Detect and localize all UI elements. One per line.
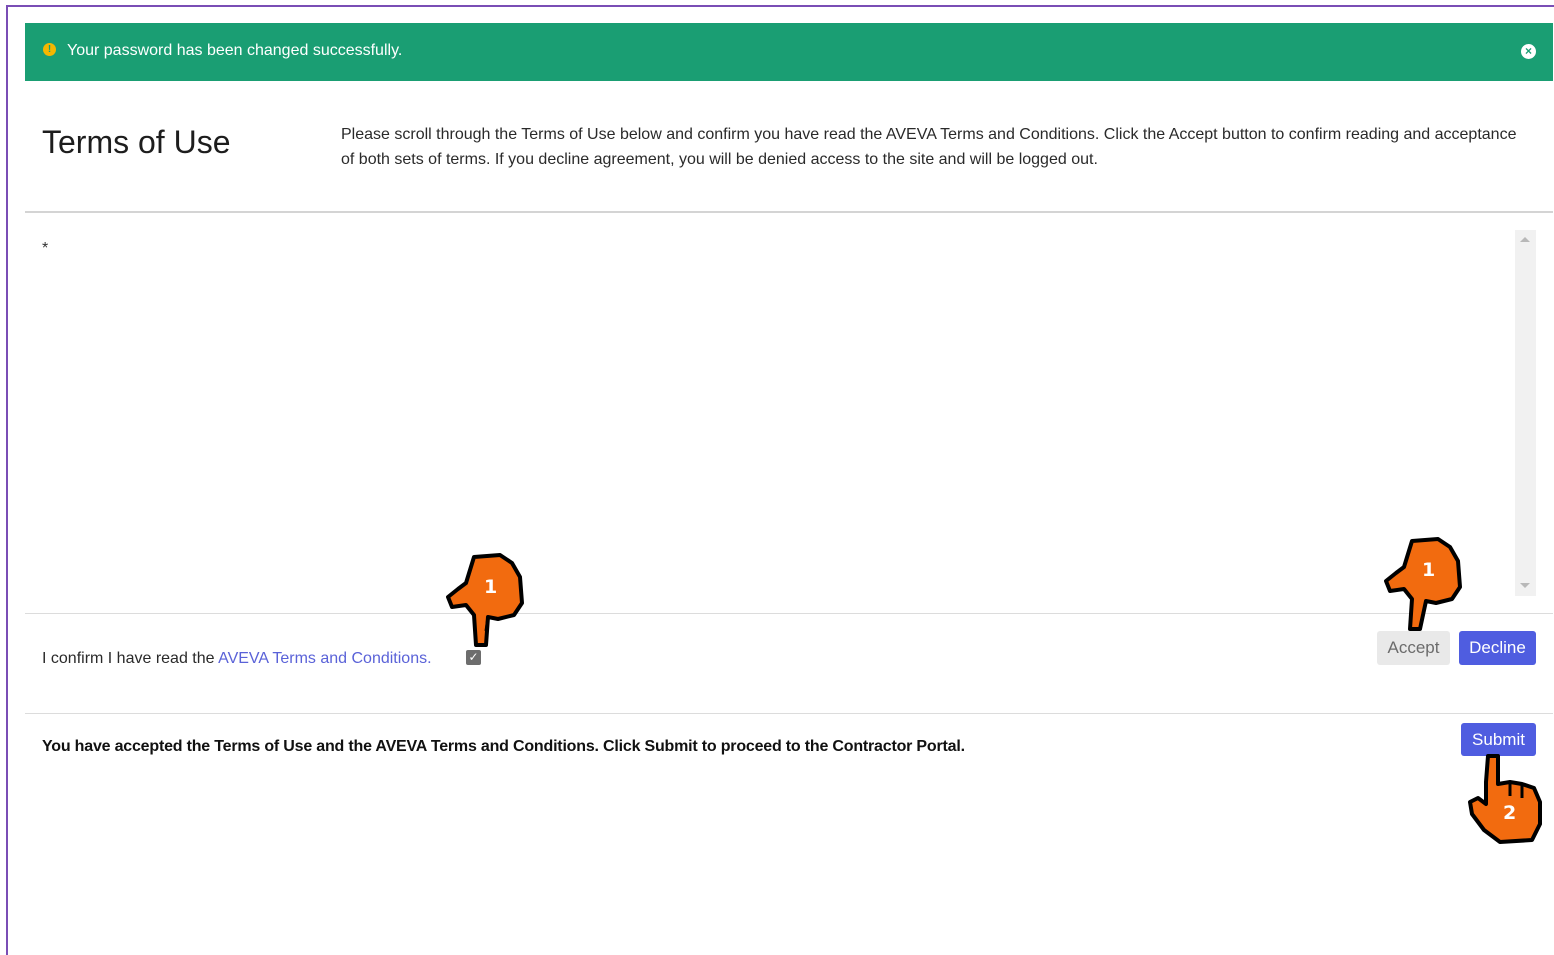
scroll-down-arrow-icon[interactable] — [1520, 583, 1530, 588]
confirm-checkbox[interactable]: ✓ — [466, 650, 481, 665]
accepted-message: You have accepted the Terms of Use and t… — [42, 738, 965, 755]
aveva-terms-link[interactable]: AVEVA Terms and Conditions. — [218, 650, 431, 667]
confirm-label: I confirm I have read the — [42, 650, 219, 667]
confirm-row: I confirm I have read the AVEVA Terms an… — [42, 649, 432, 669]
decline-button[interactable]: Decline — [1459, 631, 1536, 665]
step-number-badge: 1 — [484, 576, 498, 598]
intro-text: Please scroll through the Terms of Use b… — [341, 126, 1517, 168]
divider — [25, 713, 1553, 714]
step-number-badge: 1 — [1422, 559, 1436, 581]
page-title: Terms of Use — [42, 124, 231, 160]
terms-content-area[interactable]: * — [25, 230, 1515, 595]
step-number-badge: 2 — [1503, 802, 1517, 824]
accept-button[interactable]: Accept — [1377, 631, 1450, 665]
scroll-up-arrow-icon[interactable] — [1520, 237, 1530, 242]
terms-text: * — [42, 240, 49, 257]
info-icon: ! — [43, 43, 56, 56]
alert-message: Your password has been changed successfu… — [67, 42, 403, 59]
divider — [25, 211, 1553, 213]
submit-button[interactable]: Submit — [1461, 723, 1536, 756]
success-alert: ! Your password has been changed success… — [25, 23, 1553, 81]
close-icon[interactable]: × — [1521, 44, 1536, 59]
terms-scrollbar[interactable] — [1515, 230, 1536, 596]
divider — [25, 613, 1553, 614]
